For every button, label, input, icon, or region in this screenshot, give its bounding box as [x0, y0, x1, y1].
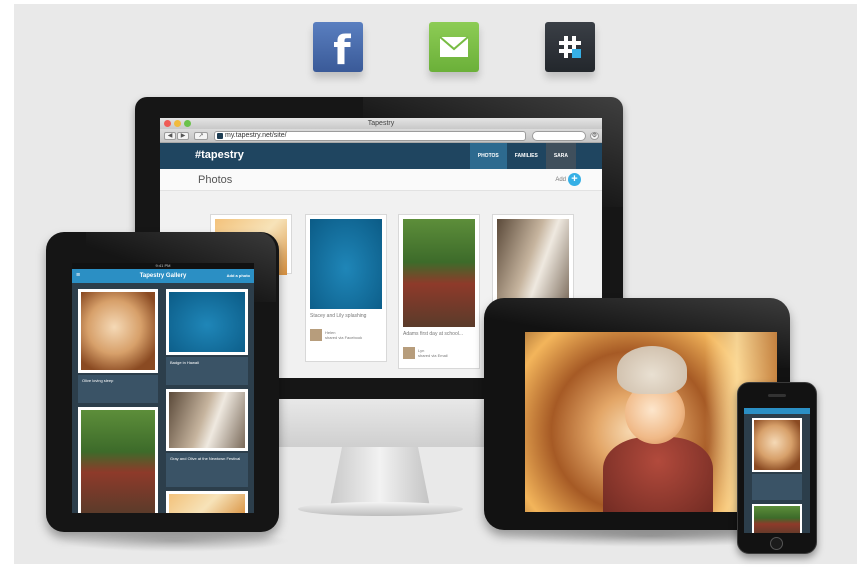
address-bar[interactable]: my.tapestry.net/site/ [214, 131, 526, 141]
page-title: Photos [198, 174, 233, 186]
photo-author: Helen shared via Facebook [310, 329, 362, 341]
app-nav: PHOTOS FAMILIES SARA [469, 143, 576, 169]
add-label[interactable]: Add [555, 177, 566, 183]
photo-info-bar: Gray and Olive at the Newtown Festival [166, 453, 248, 487]
photo-thumbnail [754, 506, 800, 533]
photo-caption: Badge in Hawaii [170, 360, 199, 365]
photos-header: Photos Add + [160, 169, 602, 191]
photo-thumbnail [169, 292, 245, 352]
gallery-photo[interactable] [166, 491, 248, 513]
nav-photos[interactable]: PHOTOS [469, 143, 507, 169]
app-header: #tapestry PHOTOS FAMILIES SARA [160, 143, 602, 169]
add-photo-link[interactable]: Add a photo [227, 269, 250, 283]
photo-thumbnail [754, 420, 800, 470]
gallery-photo[interactable] [166, 289, 248, 355]
photo-thumbnail [81, 410, 155, 513]
tablet-gallery-screen: 9:41 PM ≡ Tapestry Gallery Add a photo O… [72, 263, 254, 513]
shared-via-text: shared via Facebook [325, 335, 363, 340]
photo-thumbnail [310, 219, 382, 309]
share-page-icon[interactable]: ↗ [194, 132, 208, 140]
gallery-photo[interactable] [78, 289, 158, 373]
phone-speaker [768, 394, 786, 397]
facebook-icon: f [333, 28, 351, 74]
photo-thumbnail [169, 494, 245, 513]
photo-caption: Adams first day at school... [403, 331, 464, 337]
monitor-base [298, 502, 463, 516]
email-share-button[interactable] [429, 22, 479, 72]
gallery-photo[interactable] [166, 389, 248, 451]
photo-thumbnail [403, 219, 475, 327]
photo-thumbnail [497, 219, 569, 307]
gallery-photo[interactable] [78, 407, 158, 513]
browser-toolbar: ◀ ▶ ↗ my.tapestry.net/site/ ⚙ [160, 129, 602, 143]
avatar [403, 347, 415, 359]
photo-caption: Gray and Olive at the Newtown Festival [170, 456, 241, 461]
url-text: my.tapestry.net/site/ [225, 132, 287, 139]
photo-info-bar: Olive loving sleep [78, 375, 158, 403]
zoom-dot-icon[interactable] [184, 120, 191, 127]
photo-card[interactable]: Stacey and Lily splashing Helen shared v… [305, 214, 387, 362]
monitor-stand [330, 447, 430, 507]
forward-icon[interactable]: ▶ [177, 132, 189, 140]
browser-search-input[interactable] [532, 131, 586, 141]
phone-gallery-screen [744, 408, 810, 533]
nav-families[interactable]: FAMILIES [507, 143, 546, 169]
photo-caption: Olive loving sleep [82, 378, 114, 383]
photo-thumbnail [81, 292, 155, 370]
tapestry-logo[interactable]: #tapestry [195, 149, 244, 161]
photo-author: Lyn shared via Email [403, 347, 448, 359]
avatar [310, 329, 322, 341]
photo-card[interactable]: Adams first day at school... Lyn shared … [398, 214, 480, 369]
photo-caption: Stacey and Lily splashing [310, 313, 367, 319]
home-button[interactable] [770, 537, 783, 550]
nav-user[interactable]: SARA [545, 143, 576, 169]
tapestry-share-button[interactable] [545, 22, 595, 72]
close-dot-icon[interactable] [164, 120, 171, 127]
site-favicon-icon [217, 133, 223, 139]
tablet-shadow [60, 530, 290, 552]
browser-title: Tapestry [367, 120, 395, 127]
settings-icon[interactable]: ⚙ [590, 132, 599, 140]
gallery-photo[interactable] [752, 418, 802, 472]
minimize-dot-icon[interactable] [174, 120, 181, 127]
envelope-icon [439, 36, 469, 57]
gallery-header: ≡ Tapestry Gallery Add a photo [72, 269, 254, 283]
phone-header [744, 408, 810, 414]
back-icon[interactable]: ◀ [164, 132, 176, 140]
facebook-share-button[interactable]: f [313, 22, 363, 74]
tapestry-hash-icon [559, 36, 581, 58]
photo-thumbnail [169, 392, 245, 448]
add-photo-button[interactable]: + [568, 173, 581, 186]
photo-info-bar: Badge in Hawaii [166, 357, 248, 385]
browser-titlebar: Tapestry [160, 118, 602, 129]
gallery-title: Tapestry Gallery [139, 273, 187, 279]
gallery-photo[interactable] [752, 504, 802, 533]
shared-via-text: shared via Email [418, 353, 448, 358]
menu-icon[interactable]: ≡ [76, 269, 80, 283]
photo-info-bar [752, 474, 802, 500]
